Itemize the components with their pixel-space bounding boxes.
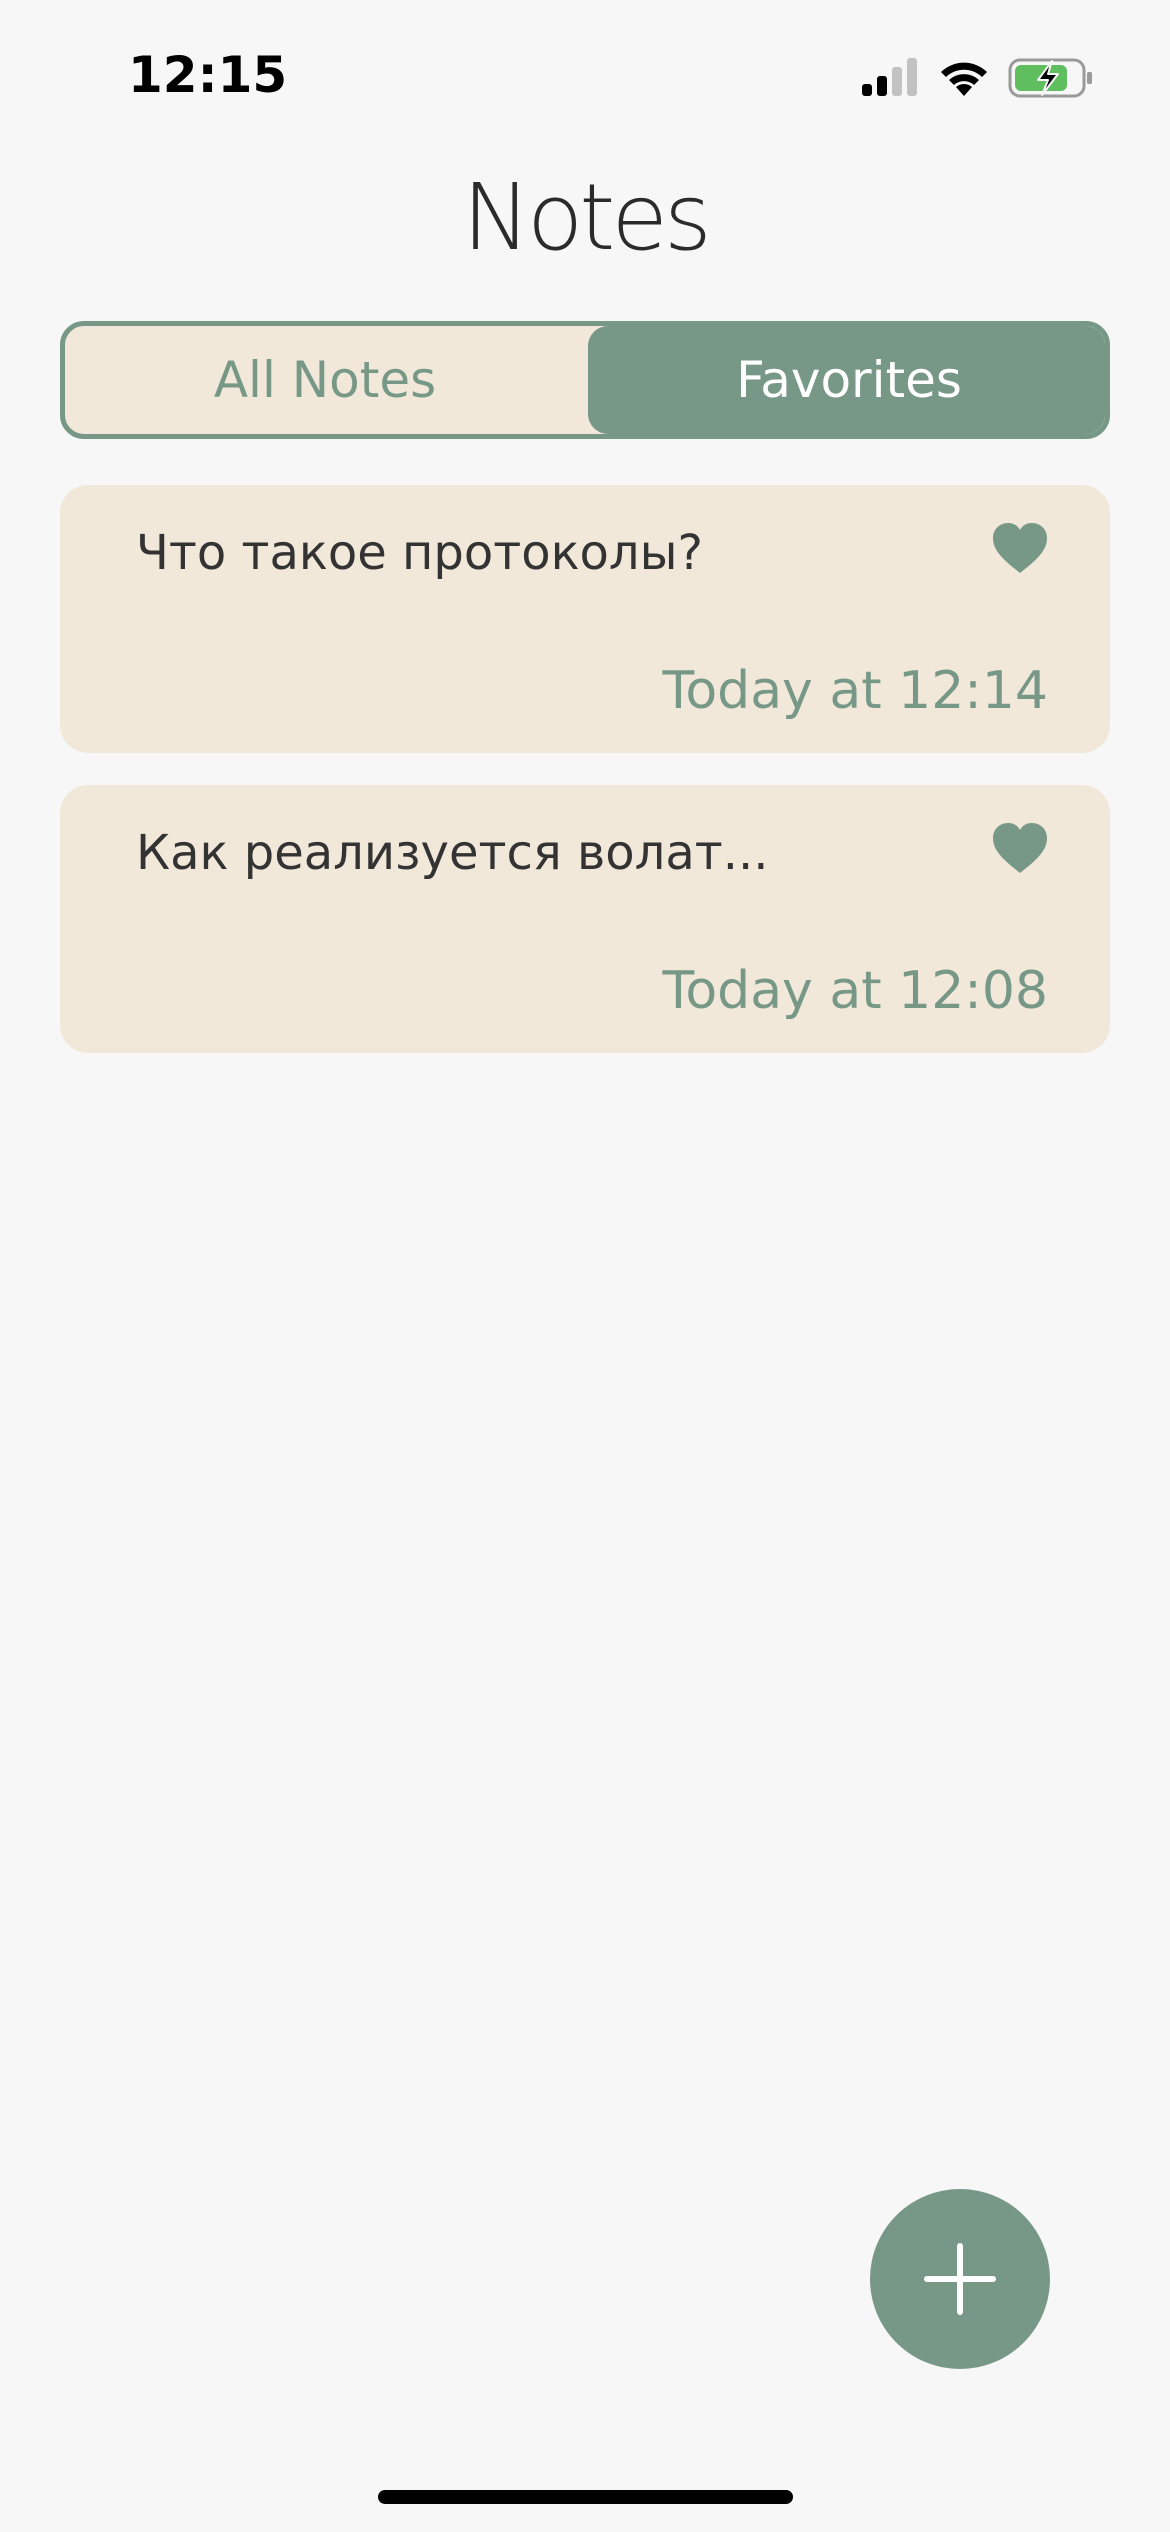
cellular-signal-icon	[862, 58, 917, 96]
add-note-button[interactable]	[870, 2189, 1050, 2369]
status-icons	[860, 54, 1094, 102]
home-indicator[interactable]	[378, 2490, 793, 2504]
plus-icon	[924, 2243, 996, 2315]
note-card[interactable]: Что такое протоколы? Today at 12:14	[60, 485, 1110, 753]
note-date: Today at 12:08	[662, 961, 1048, 1021]
page-title: Notes	[462, 164, 712, 271]
wifi-icon	[941, 62, 987, 96]
note-title: Как реализуется волат...	[136, 825, 769, 881]
status-time: 12:15	[128, 46, 288, 104]
battery-charging-icon	[1008, 58, 1092, 98]
note-title: Что такое протоколы?	[136, 525, 703, 581]
segment-all-notes[interactable]: All Notes	[65, 326, 585, 434]
note-card[interactable]: Как реализуется волат... Today at 12:08	[60, 785, 1110, 1053]
segmented-control: All Notes Favorites	[60, 321, 1110, 439]
heart-icon[interactable]	[992, 823, 1048, 875]
note-date: Today at 12:14	[662, 661, 1048, 721]
segment-favorites[interactable]: Favorites	[588, 326, 1105, 434]
heart-icon[interactable]	[992, 523, 1048, 575]
